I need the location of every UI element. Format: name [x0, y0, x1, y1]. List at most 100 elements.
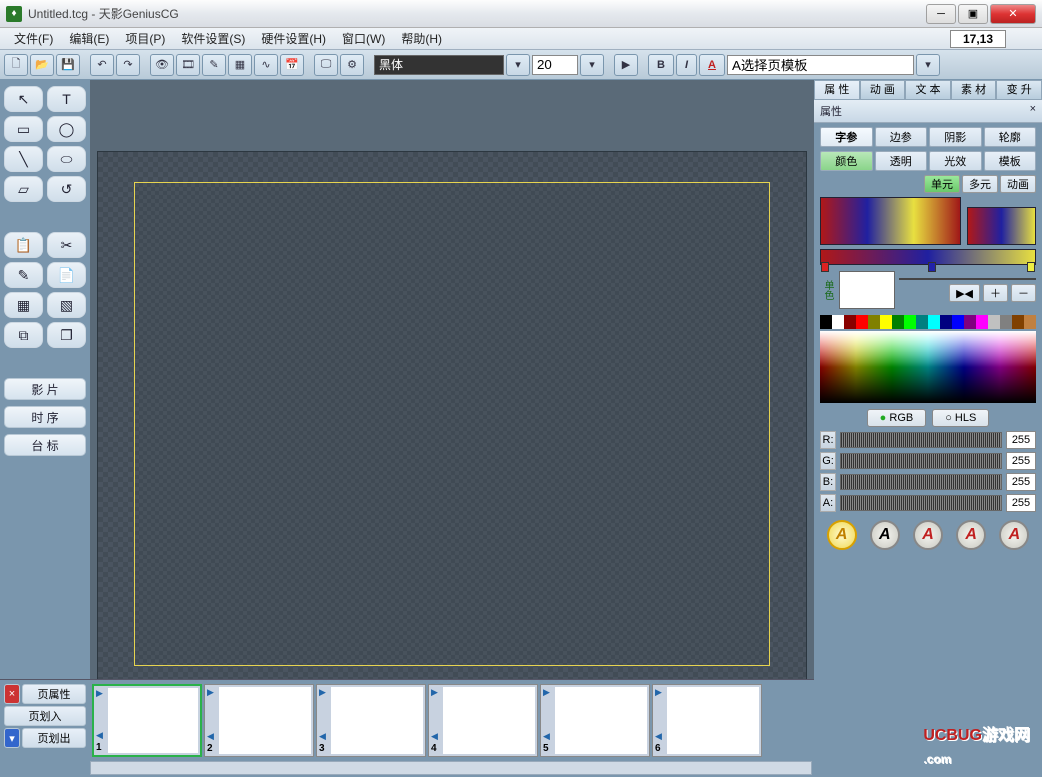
edit-tool-7[interactable]: ❐ — [47, 322, 86, 348]
redo-button[interactable]: ↷ — [116, 54, 140, 76]
movie-button[interactable]: 影 片 — [4, 378, 86, 400]
swatch-11[interactable] — [952, 315, 964, 329]
tool-ellipse[interactable]: ⬭ — [47, 146, 86, 172]
a-value[interactable]: 255 — [1006, 494, 1036, 512]
swap-button[interactable]: ▶◀ — [949, 284, 980, 302]
template-input[interactable] — [727, 55, 914, 75]
hls-mode-button[interactable]: HLS — [932, 409, 989, 427]
style-a5-button[interactable]: A — [999, 520, 1029, 550]
b-value[interactable]: 255 — [1006, 473, 1036, 491]
edit-tool-1[interactable]: ✂ — [47, 232, 86, 258]
monitor-button[interactable]: 🖵 — [314, 54, 338, 76]
swatch-10[interactable] — [940, 315, 952, 329]
bold-button[interactable]: B — [648, 54, 674, 76]
rgb-mode-button[interactable]: RGB — [867, 409, 927, 427]
close-timeline-button[interactable]: × — [4, 684, 20, 704]
page-in-tab[interactable]: 页划入 — [4, 706, 86, 726]
station-button[interactable]: 台 标 — [4, 434, 86, 456]
sub_tabs2-0[interactable]: 颜色 — [820, 151, 873, 171]
page-out-tab[interactable]: 页划出 — [22, 728, 86, 748]
swatch-12[interactable] — [964, 315, 976, 329]
gradient-bar[interactable] — [820, 249, 1036, 265]
play-button[interactable]: ▶ — [614, 54, 638, 76]
remove-button[interactable]: － — [1011, 284, 1036, 302]
font-select[interactable] — [374, 55, 504, 75]
undo-button[interactable]: ↶ — [90, 54, 114, 76]
sub_tabs1-1[interactable]: 边参 — [875, 127, 928, 147]
r-value[interactable]: 255 — [1006, 431, 1036, 449]
gradient-preview-small[interactable] — [967, 207, 1036, 245]
b-slider[interactable] — [840, 474, 1002, 490]
sub_tabs1-0[interactable]: 字参 — [820, 127, 873, 147]
gradient-preview-large[interactable] — [820, 197, 961, 245]
tool-text[interactable]: T — [47, 86, 86, 112]
menu-file[interactable]: 文件(F) — [6, 28, 61, 49]
frame-6[interactable]: ▶◀6 — [652, 684, 762, 757]
sub_tabs2-1[interactable]: 透明 — [875, 151, 928, 171]
maximize-button[interactable]: ▣ — [958, 4, 988, 24]
menu-project[interactable]: 项目(P) — [117, 28, 173, 49]
r-slider[interactable] — [840, 432, 1002, 448]
timeseq-button[interactable]: 时 序 — [4, 406, 86, 428]
panel-close-icon[interactable]: × — [1030, 103, 1036, 119]
sub_tabs2-3[interactable]: 模板 — [984, 151, 1037, 171]
swatch-6[interactable] — [892, 315, 904, 329]
size-select[interactable] — [532, 55, 578, 75]
menu-window[interactable]: 窗口(W) — [334, 28, 393, 49]
tool-button[interactable]: ⚙ — [340, 54, 364, 76]
swatch-9[interactable] — [928, 315, 940, 329]
open-button[interactable]: 📂 — [30, 54, 54, 76]
wave-button[interactable]: ∿ — [254, 54, 278, 76]
frame-4[interactable]: ▶◀4 — [428, 684, 538, 757]
style-a3-button[interactable]: A — [913, 520, 943, 550]
new-button[interactable]: 🗋 — [4, 54, 28, 76]
swatch-15[interactable] — [1000, 315, 1012, 329]
sub_tabs2-2[interactable]: 光效 — [929, 151, 982, 171]
add-button[interactable]: ＋ — [983, 284, 1008, 302]
template-dropdown[interactable]: ▾ — [916, 54, 940, 76]
frame-5[interactable]: ▶◀5 — [540, 684, 650, 757]
swatch-13[interactable] — [976, 315, 988, 329]
style-a4-button[interactable]: A — [956, 520, 986, 550]
frame-3[interactable]: ▶◀3 — [316, 684, 426, 757]
swatch-7[interactable] — [904, 315, 916, 329]
right-tab-2[interactable]: 文 本 — [905, 80, 951, 100]
tool-rect[interactable]: ▭ — [4, 116, 43, 142]
menu-softset[interactable]: 软件设置(S) — [173, 28, 253, 49]
menu-edit[interactable]: 编辑(E) — [61, 28, 117, 49]
film-button[interactable]: 🎞 — [176, 54, 200, 76]
sub_tabs1-2[interactable]: 阴影 — [929, 127, 982, 147]
timeline-toggle-button[interactable]: ▾ — [4, 728, 20, 748]
current-color-swatch[interactable] — [839, 271, 895, 309]
swatch-3[interactable] — [856, 315, 868, 329]
swatch-2[interactable] — [844, 315, 856, 329]
tool-circle[interactable]: ◯ — [47, 116, 86, 142]
eye-button[interactable]: 👁 — [150, 54, 174, 76]
color-field[interactable] — [820, 331, 1036, 403]
swatch-0[interactable] — [820, 315, 832, 329]
swatch-17[interactable] — [1024, 315, 1036, 329]
timeline-scrollbar[interactable] — [90, 761, 812, 775]
calendar-button[interactable]: 📅 — [280, 54, 304, 76]
swatch-5[interactable] — [880, 315, 892, 329]
tool-line[interactable]: ╲ — [4, 146, 43, 172]
menu-hardset[interactable]: 硬件设置(H) — [253, 28, 334, 49]
tool-arrow[interactable]: ↖ — [4, 86, 43, 112]
swatch-16[interactable] — [1012, 315, 1024, 329]
right-tab-0[interactable]: 属 性 — [814, 80, 860, 100]
edit-tool-6[interactable]: ⧉ — [4, 322, 43, 348]
a-slider[interactable] — [840, 495, 1002, 511]
brush-button[interactable]: ✎ — [202, 54, 226, 76]
edit-tool-2[interactable]: ✎ — [4, 262, 43, 288]
tool-crop[interactable]: ▱ — [4, 176, 43, 202]
swatch-1[interactable] — [832, 315, 844, 329]
style-a1-button[interactable]: A — [827, 520, 857, 550]
right-tab-4[interactable]: 变 升 — [996, 80, 1042, 100]
size-dropdown[interactable]: ▾ — [580, 54, 604, 76]
swatch-8[interactable] — [916, 315, 928, 329]
minimize-button[interactable]: ─ — [926, 4, 956, 24]
edit-tool-3[interactable]: 📄 — [47, 262, 86, 288]
edit-tool-4[interactable]: ▦ — [4, 292, 43, 318]
anim-button[interactable]: 动画 — [1000, 175, 1036, 193]
frame-1[interactable]: ▶◀1 — [92, 684, 202, 757]
